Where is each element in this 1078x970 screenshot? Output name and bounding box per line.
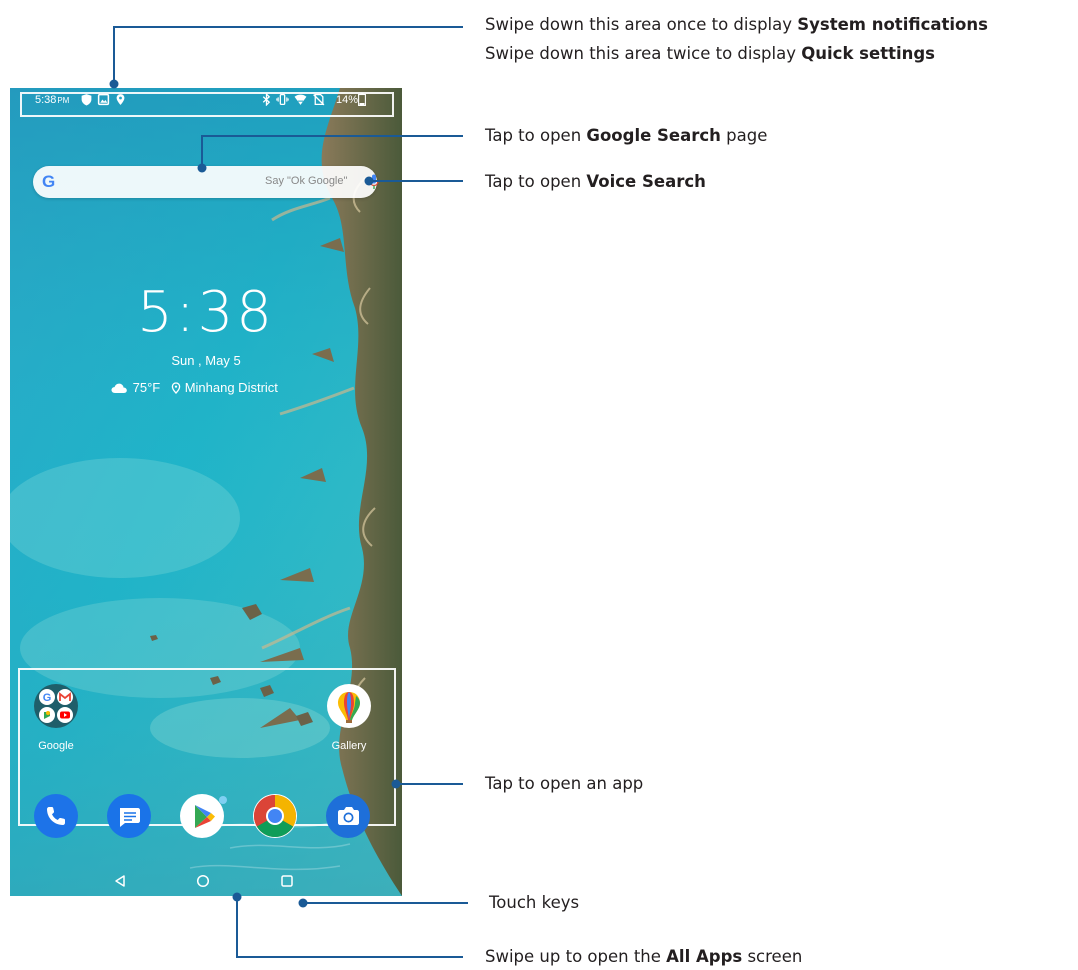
callout-touch-keys: Touch keys [489,893,580,912]
callout-google-search: Tap to open Google Search page [485,126,768,145]
callout-system-notifications: Swipe down this area once to display Sys… [485,15,988,34]
callout-open-app: Tap to open an app [485,774,644,793]
callout-all-apps: Swipe up to open the All Apps screen [485,947,803,966]
callout-voice-search: Tap to open Voice Search [485,172,706,191]
callout-quick-settings: Swipe down this area twice to display Qu… [485,44,935,63]
